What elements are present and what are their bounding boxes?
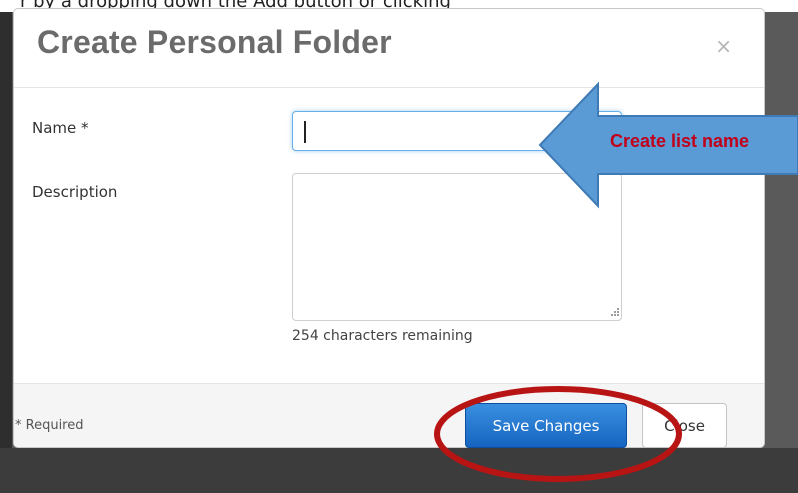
annotation-overlay [434, 81, 798, 482]
callout-text: Create list name [610, 131, 750, 151]
highlight-ellipse [434, 386, 682, 482]
